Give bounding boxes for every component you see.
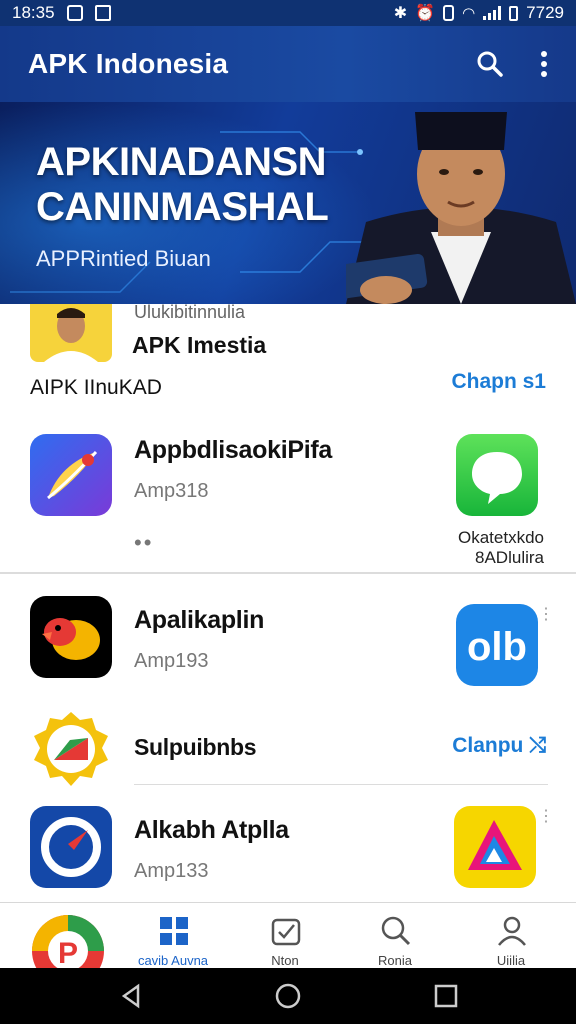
app-name[interactable]: Apalikaplin [134,606,264,635]
app-meta: Amp133 [134,860,209,882]
app-meta: Amp193 [134,650,209,672]
battery-icon [509,5,519,21]
featured-card: Ulukibitinnulia APK Imestia AIPK IInuKAD… [0,302,576,574]
more-icon[interactable]: ⋮ [538,604,554,624]
banner-subtitle: APPRintied Biuan [36,245,211,271]
promo-banner[interactable]: APKINADANSN CANINMASHAL APPRintied Biuan [0,102,576,304]
app-name[interactable]: AppbdlisaokiPifa [134,436,332,465]
app-icon-badge[interactable] [30,708,112,790]
nav-label: Nton [271,953,299,968]
svg-text:olb: olb [467,625,527,669]
banner-title-line1: APKINADANSN [36,140,327,184]
nav-label: cavib Auvna [137,953,209,968]
app-icon-feather[interactable] [30,434,112,516]
app-meta: Amp318 [134,480,209,502]
wifi-icon: ◠ [462,5,476,22]
content-area: Ulukibitinnulia APK Imestia AIPK IInuKAD… [0,302,576,902]
svg-text:P: P [58,937,78,969]
status-bar: 18:35 ✱ ⏰ ◠ 7729 [0,0,576,26]
install-link[interactable]: Clanpu ⤭ [452,734,546,758]
app-list: Apalikaplin Amp193 olb ⋮ Sulpuibnbs Clan… [0,576,576,902]
nav-item-updates[interactable]: Nton [230,903,340,969]
app-name[interactable]: Sulpuibnbs [134,734,257,761]
app-side-label: Okatetxkdo 8ADlulira [458,528,544,569]
featured-title[interactable]: APK Imestia [132,332,266,359]
nav-item-home[interactable]: P [18,903,128,969]
bottom-navigation: P cavib Auvna Nton Ronia Uiilia [0,902,576,969]
overflow-menu-icon[interactable] [540,50,548,78]
bluetooth-icon: ✱ [393,5,408,22]
row-divider [134,784,548,785]
notification-icon [66,5,83,21]
banner-title-line2: CANINMASHAL [36,184,329,229]
featured-thumbnail[interactable] [30,304,112,362]
app-bar: APK Indonesia [0,26,576,102]
system-navigation-bar [0,968,576,1024]
nav-label: Uiilia [496,953,526,968]
back-icon[interactable] [118,982,146,1010]
search-icon[interactable] [476,50,504,78]
more-dots[interactable]: •• [134,530,153,556]
nav-item-search[interactable]: Ronia [340,903,450,969]
app-icon-olb[interactable]: olb [456,604,538,686]
app-icon-bird[interactable] [30,596,112,678]
signal-icon [483,6,502,20]
app-name[interactable]: Alkabh Atplla [134,816,289,845]
app-icon-compass[interactable] [30,806,112,888]
recents-icon[interactable] [432,982,460,1010]
app-title: APK Indonesia [28,48,229,79]
person-icon [498,916,526,946]
section-title: AIPK IInuKAD [30,376,162,399]
more-icon[interactable]: ⋮ [538,806,554,826]
download-icon [94,5,111,21]
banner-person-image [346,112,576,304]
app-logo-icon: P [32,915,104,969]
vibrate-icon [443,5,455,21]
home-icon[interactable] [274,982,302,1010]
status-time: 18:35 [12,3,55,22]
check-badge-icon [271,918,301,946]
nav-label: Ronia [378,953,412,968]
side-label-line1: Okatetxkdo [458,528,544,547]
featured-caption: Ulukibitinnulia [134,302,246,322]
grid-icon [160,917,188,945]
search-icon [381,916,411,946]
nav-item-profile[interactable]: Uiilia [456,903,566,969]
app-icon-chat[interactable] [456,434,538,516]
side-label-line2: 8ADlulira [475,548,544,568]
app-icon-triangle[interactable] [454,806,536,888]
status-time-right: 7729 [526,3,564,22]
screen: 18:35 ✱ ⏰ ◠ 7729 APK Indonesia APKINADAN… [0,0,576,1024]
section-link[interactable]: Chapn s1 [451,370,546,394]
alarm-icon: ⏰ [415,5,436,22]
nav-item-apps[interactable]: cavib Auvna [118,903,228,969]
